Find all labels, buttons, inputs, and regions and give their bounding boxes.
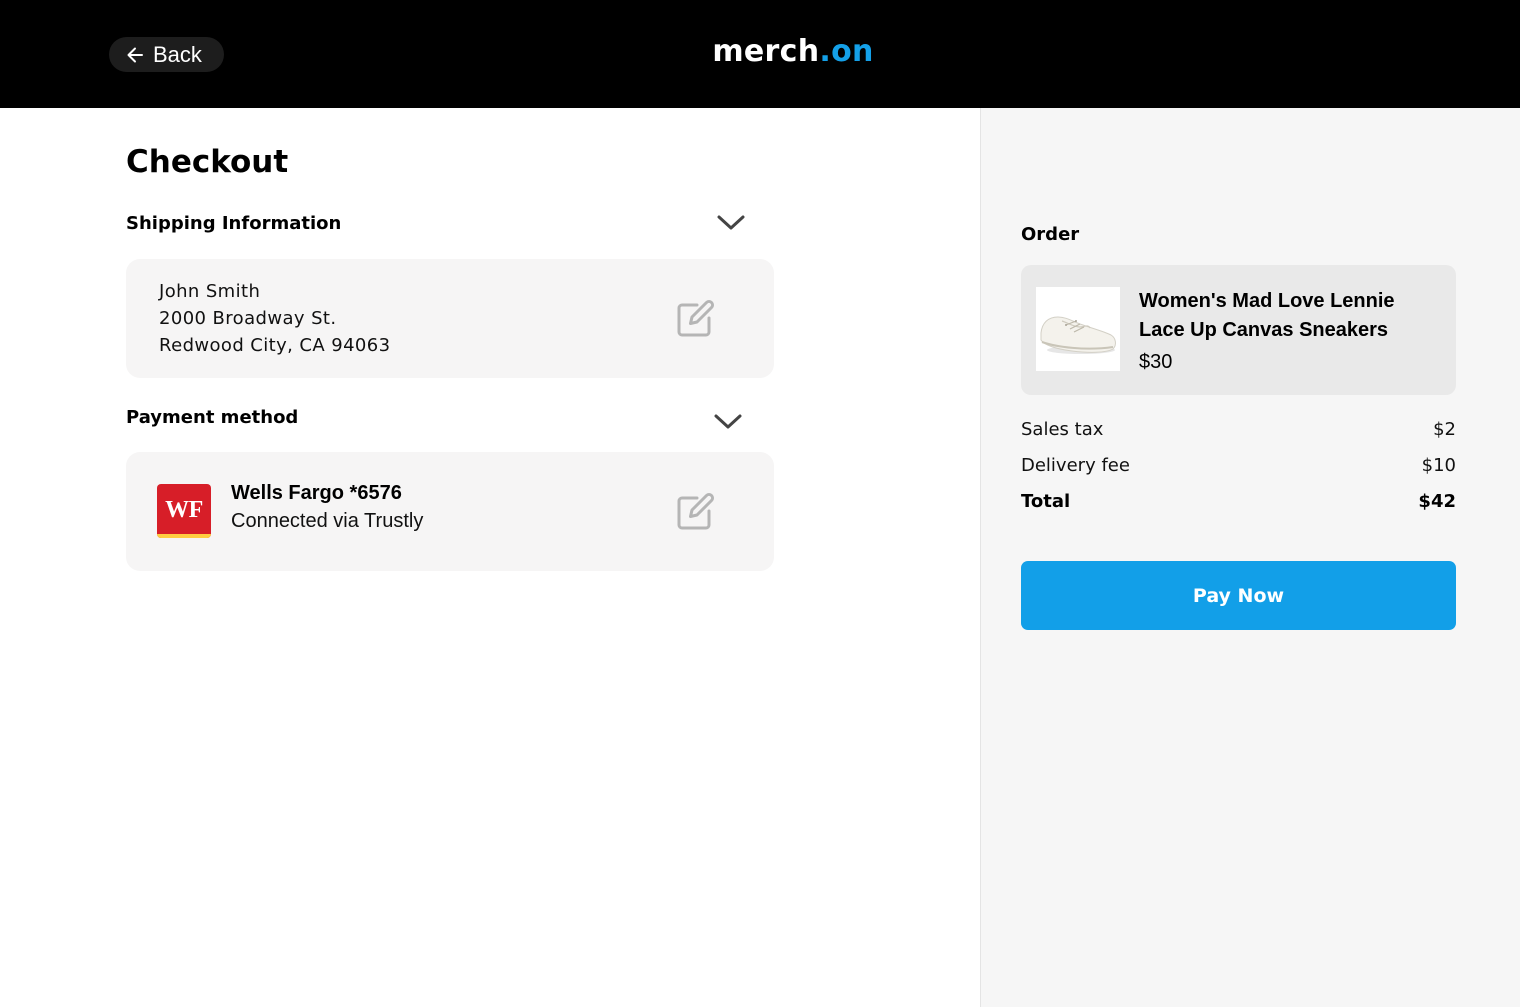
brand-logo[interactable]: merch.on [0, 34, 1520, 69]
payment-account: Wells Fargo *6576 [231, 482, 402, 504]
payment-connection: Connected via Trustly [231, 510, 424, 532]
page-title: Checkout [126, 144, 289, 180]
product-price: $30 [1139, 351, 1173, 373]
bank-logo-bar [157, 534, 211, 538]
summary-row-delivery-fee: Delivery fee $10 [1021, 455, 1456, 476]
summary-row-total: Total $42 [1021, 491, 1456, 512]
logo-accent: .on [819, 34, 874, 69]
top-bar: Back merch.on [0, 0, 1520, 108]
order-summary-panel: Order Women's Mad Love Lennie Lace Up Ca… [980, 108, 1520, 1007]
product-thumbnail [1036, 287, 1120, 371]
shipping-address: John Smith 2000 Broadway St. Redwood Cit… [159, 278, 390, 359]
bank-logo: WF [157, 484, 211, 538]
summary-value: $2 [1433, 419, 1456, 440]
edit-icon[interactable] [675, 297, 717, 339]
logo-main: merch [712, 34, 820, 69]
summary-row-sales-tax: Sales tax $2 [1021, 419, 1456, 440]
payment-card: WF Wells Fargo *6576 Connected via Trust… [126, 452, 774, 571]
summary-label: Delivery fee [1021, 455, 1130, 476]
shipping-card: John Smith 2000 Broadway St. Redwood Cit… [126, 259, 774, 378]
checkout-panel: Checkout Shipping Information John Smith… [0, 108, 980, 1007]
chevron-down-icon[interactable] [716, 212, 746, 232]
pay-now-button[interactable]: Pay Now [1021, 561, 1456, 630]
payment-heading: Payment method [126, 407, 299, 428]
edit-icon[interactable] [675, 490, 717, 532]
chevron-down-icon[interactable] [713, 411, 743, 431]
summary-value: $42 [1418, 491, 1456, 512]
order-item-card: Women's Mad Love Lennie Lace Up Canvas S… [1021, 265, 1456, 395]
order-heading: Order [1021, 224, 1080, 245]
summary-value: $10 [1421, 455, 1456, 476]
product-name: Women's Mad Love Lennie Lace Up Canvas S… [1139, 290, 1395, 341]
shipping-street: 2000 Broadway St. [159, 308, 337, 329]
shipping-city: Redwood City, CA 94063 [159, 335, 391, 356]
shipping-heading: Shipping Information [126, 213, 342, 234]
shipping-name: John Smith [159, 281, 261, 302]
summary-label: Total [1021, 491, 1071, 512]
bank-logo-text: WF [165, 497, 203, 523]
summary-label: Sales tax [1021, 419, 1104, 440]
